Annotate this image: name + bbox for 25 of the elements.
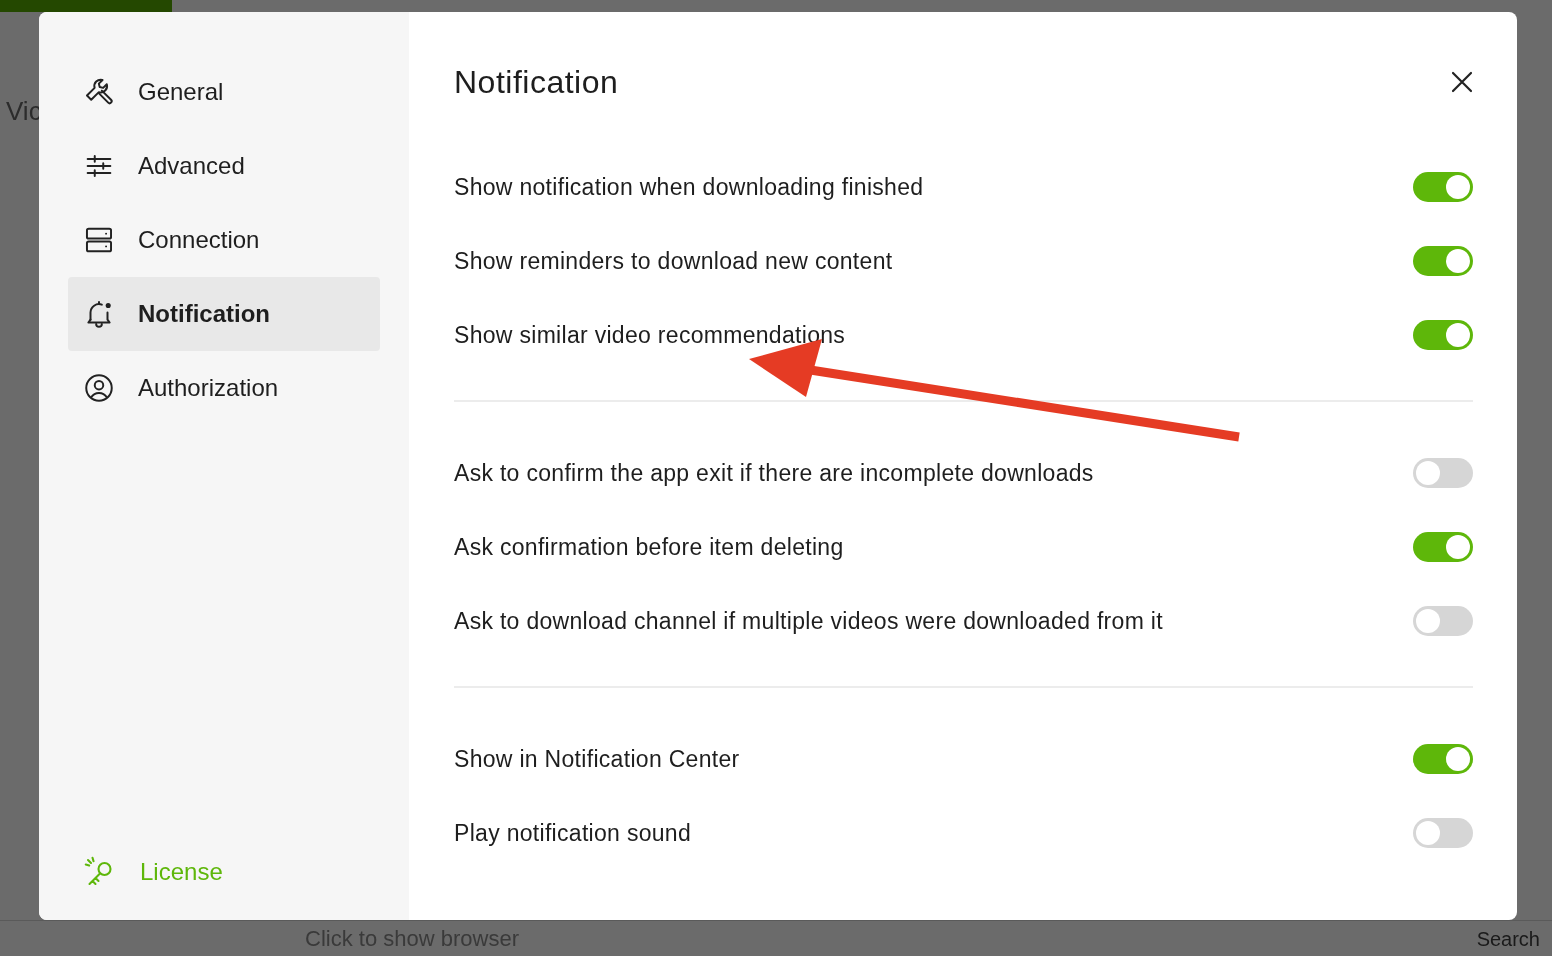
toggle-switch[interactable]	[1413, 532, 1473, 562]
sidebar-item[interactable]: Connection	[68, 203, 380, 277]
toggle-switch[interactable]	[1413, 458, 1473, 488]
page-heading: Vic	[6, 96, 42, 126]
setting-label: Show notification when downloading finished	[454, 172, 924, 202]
sidebar-item[interactable]: General	[68, 55, 380, 129]
setting-label: Play notification sound	[454, 818, 692, 848]
setting-label: Show in Notification Center	[454, 744, 740, 774]
sidebar-item[interactable]: Notification	[68, 277, 380, 351]
close-icon[interactable]	[1451, 71, 1473, 93]
setting-label: Show reminders to download new content	[454, 246, 893, 276]
toggle-switch[interactable]	[1413, 320, 1473, 350]
setting-label: Ask confirmation before item deleting	[454, 532, 844, 562]
setting-label: Ask to confirm the app exit if there are incomplete downloads	[454, 458, 1094, 488]
toggle-switch[interactable]	[1413, 172, 1473, 202]
sidebar-item[interactable]: Authorization	[68, 351, 380, 425]
toggle-switch[interactable]	[1413, 246, 1473, 276]
toggle-switch[interactable]	[1413, 744, 1473, 774]
dialog-title: Notification	[454, 63, 619, 102]
setting-label: Show similar video recommendations	[454, 320, 846, 350]
toggle-switch[interactable]	[1413, 606, 1473, 636]
user-icon	[82, 371, 116, 405]
toggle-switch[interactable]	[1413, 818, 1473, 848]
sidebar-item[interactable]: Advanced	[68, 129, 380, 203]
setting-label: Ask to download channel if multiple videos were downloaded from it	[454, 606, 1163, 636]
